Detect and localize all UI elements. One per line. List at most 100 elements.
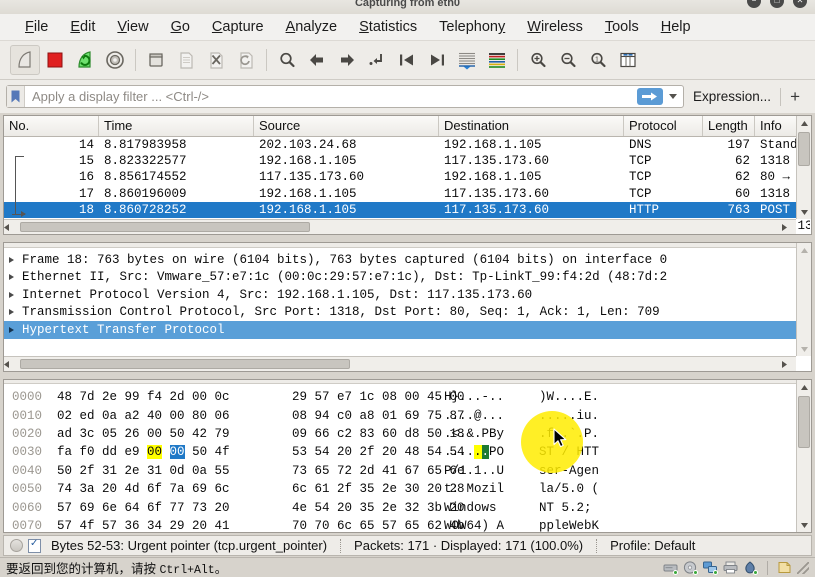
scroll-right-arrow-icon[interactable]: [782, 223, 796, 231]
expand-triangle-icon[interactable]: [9, 292, 22, 298]
ascii-right: .....iu.: [539, 408, 600, 423]
vm-harddisk-icon[interactable]: [663, 561, 678, 575]
menu-item-telephony[interactable]: Telephony: [428, 16, 516, 38]
scroll-thumb[interactable]: [20, 222, 310, 232]
find-packet-icon[interactable]: [272, 45, 302, 75]
go-first-packet-icon[interactable]: [392, 45, 422, 75]
scroll-down-arrow-icon[interactable]: [797, 342, 811, 356]
scroll-thumb[interactable]: [20, 359, 350, 369]
menu-item-view[interactable]: View: [106, 16, 159, 38]
packet-bytes-vscrollbar[interactable]: [796, 380, 811, 532]
column-header-protocol[interactable]: Protocol: [624, 116, 703, 136]
table-row-selected[interactable]: 18 8.860728252 192.168.1.105 117.135.173…: [4, 201, 811, 218]
table-row[interactable]: 17 8.860196009 192.168.1.105 117.135.173…: [4, 186, 811, 202]
vm-sound-icon[interactable]: [743, 560, 758, 575]
go-to-packet-icon[interactable]: [362, 45, 392, 75]
vm-printer-icon[interactable]: [723, 561, 738, 575]
expand-triangle-icon[interactable]: [9, 257, 22, 263]
resize-columns-icon[interactable]: [613, 45, 643, 75]
capture-options-icon[interactable]: [100, 45, 130, 75]
menu-item-file[interactable]: File: [14, 16, 59, 38]
table-row[interactable]: 15 8.823322577 192.168.1.105 117.135.173…: [4, 153, 811, 169]
add-filter-button[interactable]: +: [781, 87, 809, 107]
column-header-destination[interactable]: Destination: [439, 116, 624, 136]
start-capture-icon[interactable]: [10, 45, 40, 75]
open-file-icon[interactable]: [141, 45, 171, 75]
menu-item-edit[interactable]: Edit: [59, 16, 106, 38]
scroll-down-arrow-icon[interactable]: [797, 205, 811, 219]
column-header-time[interactable]: Time: [99, 116, 254, 136]
expand-triangle-icon[interactable]: [9, 327, 22, 333]
detail-row-http-selected[interactable]: Hypertext Transfer Protocol: [4, 321, 796, 339]
bookmark-icon[interactable]: [7, 86, 25, 107]
colorize-icon[interactable]: [482, 45, 512, 75]
hex-offset: 0060: [12, 500, 43, 515]
scroll-thumb[interactable]: [798, 132, 810, 166]
expand-triangle-icon[interactable]: [9, 274, 22, 280]
zoom-in-icon[interactable]: [523, 45, 553, 75]
bytes-pane-splitter[interactable]: [4, 380, 796, 384]
detail-row-tcp[interactable]: Transmission Control Protocol, Src Port:…: [4, 304, 796, 322]
zoom-out-icon[interactable]: [553, 45, 583, 75]
zoom-reset-icon[interactable]: 1: [583, 45, 613, 75]
column-header-source[interactable]: Source: [254, 116, 439, 136]
expand-triangle-icon[interactable]: [9, 309, 22, 315]
display-filter-input[interactable]: Apply a display filter ... <Ctrl-/>: [6, 85, 685, 108]
menu-item-statistics[interactable]: Statistics: [348, 16, 428, 38]
save-file-icon[interactable]: [171, 45, 201, 75]
status-profile-text[interactable]: Profile: Default: [610, 538, 695, 553]
go-last-packet-icon[interactable]: [422, 45, 452, 75]
menu-item-capture[interactable]: Capture: [201, 16, 275, 38]
menu-item-wireless[interactable]: Wireless: [516, 16, 594, 38]
hex-byte-53-selected[interactable]: 00: [169, 445, 185, 460]
detail-row-ethernet[interactable]: Ethernet II, Src: Vmware_57:e7:1c (00:0c…: [4, 269, 796, 287]
hex-byte-52-highlight[interactable]: 00: [147, 445, 163, 460]
minimize-button[interactable]: −: [747, 0, 761, 8]
menu-item-help[interactable]: Help: [650, 16, 702, 38]
go-back-icon[interactable]: [302, 45, 332, 75]
maximize-button[interactable]: □: [770, 0, 784, 8]
scroll-right-arrow-icon[interactable]: [782, 360, 796, 368]
table-row[interactable]: 16 8.856174552 117.135.173.60 192.168.1.…: [4, 169, 811, 185]
chevron-down-icon[interactable]: [666, 94, 679, 99]
resize-grip[interactable]: [797, 561, 809, 574]
scroll-up-arrow-icon[interactable]: [797, 243, 811, 257]
ascii-byte-52-highlight[interactable]: .: [474, 445, 482, 460]
ascii-byte-53-selected[interactable]: .: [481, 445, 490, 460]
go-forward-icon[interactable]: [332, 45, 362, 75]
toolbar-separator-2: [266, 49, 267, 71]
vm-usb-icon[interactable]: [777, 561, 792, 575]
menu-item-tools[interactable]: Tools: [594, 16, 650, 38]
stop-capture-icon[interactable]: [40, 45, 70, 75]
close-button[interactable]: ✕: [793, 0, 807, 8]
apply-filter-arrow-icon[interactable]: [637, 88, 664, 105]
detail-pane-splitter[interactable]: [4, 243, 796, 248]
hex-dump[interactable]: 0000 48 7d 2e 99 f4 2d 00 0c 29 57 e7 1c…: [4, 385, 796, 532]
scroll-thumb[interactable]: [798, 396, 810, 448]
packet-list-hscrollbar[interactable]: [4, 219, 796, 234]
scroll-up-arrow-icon[interactable]: [797, 116, 811, 130]
column-header-no[interactable]: No.: [4, 116, 99, 136]
close-file-icon[interactable]: [201, 45, 231, 75]
capture-comment-icon[interactable]: [28, 538, 41, 553]
expert-info-icon[interactable]: [10, 539, 23, 552]
packet-detail-hscrollbar[interactable]: [4, 356, 796, 371]
packet-detail-vscrollbar[interactable]: [796, 243, 811, 356]
vm-network-icon[interactable]: [703, 561, 718, 575]
detail-row-frame[interactable]: Frame 18: 763 bytes on wire (6104 bits),…: [4, 251, 796, 269]
menu-item-analyze[interactable]: Analyze: [275, 16, 349, 38]
scroll-left-arrow-icon[interactable]: [4, 360, 18, 368]
restart-capture-icon[interactable]: [70, 45, 100, 75]
table-row[interactable]: 14 8.817983958 202.103.24.68 192.168.1.1…: [4, 137, 811, 153]
menu-item-go[interactable]: Go: [160, 16, 201, 38]
scroll-left-arrow-icon[interactable]: [4, 223, 18, 231]
vm-cdrom-icon[interactable]: [683, 560, 698, 575]
reload-file-icon[interactable]: [231, 45, 261, 75]
scroll-down-arrow-icon[interactable]: [797, 518, 811, 532]
column-header-length[interactable]: Length: [703, 116, 755, 136]
auto-scroll-icon[interactable]: [452, 45, 482, 75]
filter-expression-button[interactable]: Expression...: [684, 89, 780, 104]
detail-row-ipv4[interactable]: Internet Protocol Version 4, Src: 192.16…: [4, 286, 796, 304]
packet-list-vscrollbar[interactable]: [796, 116, 811, 219]
scroll-up-arrow-icon[interactable]: [797, 380, 811, 394]
